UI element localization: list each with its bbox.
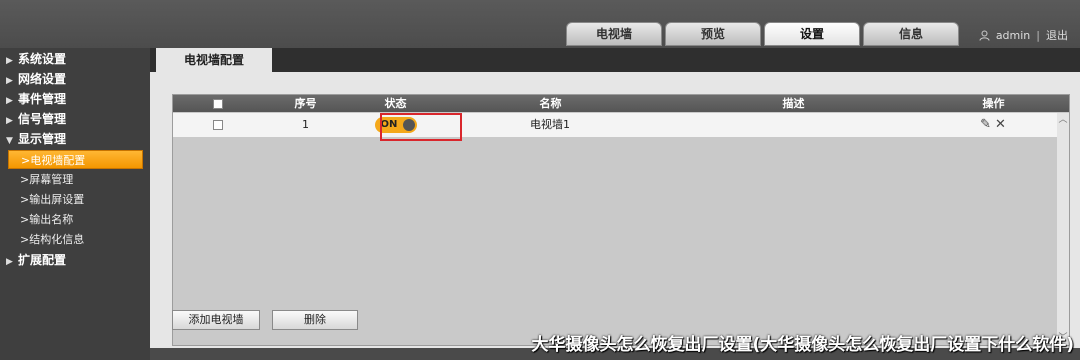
tab-settings[interactable]: 设置 — [764, 22, 860, 46]
chevron-right-icon: > — [20, 193, 30, 206]
sidebar-item-label: 系统设置 — [18, 52, 67, 66]
table-header: 序号 状态 名称 描述 操作 — [173, 95, 1069, 112]
select-all-cell — [209, 95, 227, 112]
tab-tv-wall-config[interactable]: 电视墙配置 — [156, 48, 272, 72]
chevron-right-icon: > — [20, 173, 30, 186]
row-actions: ✎ ✕ — [968, 113, 1018, 137]
sidebar-item-label: 显示管理 — [18, 132, 67, 146]
sidebar-subitem-structured-info[interactable]: >结构化信息 — [8, 230, 143, 249]
expand-arrow-icon: ▶ — [6, 76, 13, 86]
sidebar-item-label: 事件管理 — [18, 92, 67, 106]
user-area: admin | 退出 — [979, 27, 1068, 43]
watermark-caption: 大华摄像头怎么恢复出厂设置(大华摄像头怎么恢复出厂设置下什么软件) — [531, 335, 1074, 355]
sidebar-subitem-output-screen[interactable]: >输出屏设置 — [8, 190, 143, 209]
row-name: 电视墙1 — [530, 118, 570, 131]
sidebar-subitem-label: 屏幕管理 — [29, 173, 74, 186]
collapse-arrow-icon: ▼ — [6, 136, 13, 146]
row-description — [733, 113, 853, 137]
sidebar-item-event[interactable]: ▶ 事件管理 — [6, 89, 66, 109]
sidebar-item-label: 信号管理 — [18, 112, 67, 126]
sidebar-item-label: 网络设置 — [18, 72, 67, 86]
table-row[interactable]: 1 ON 电视墙1 ✎ ✕ — [173, 113, 1057, 141]
sidebar-item-network[interactable]: ▶ 网络设置 — [6, 69, 66, 89]
sidebar-subitem-output-name[interactable]: >输出名称 — [8, 210, 143, 229]
col-index: 序号 — [294, 97, 317, 110]
sidebar-subitem-tv-wall-config[interactable]: >电视墙配置 — [8, 150, 143, 169]
row-select-cell — [209, 113, 227, 137]
delete-button[interactable]: 删除 — [272, 310, 358, 330]
sidebar-subitem-label: 结构化信息 — [29, 233, 85, 246]
row-checkbox[interactable] — [213, 120, 223, 130]
expand-arrow-icon: ▶ — [6, 56, 13, 66]
add-tv-wall-button[interactable]: 添加电视墙 — [172, 310, 260, 330]
top-bar: 电视墙 预览 设置 信息 admin | 退出 — [0, 0, 1080, 48]
user-icon — [979, 30, 990, 41]
col-actions: 操作 — [982, 97, 1005, 110]
tab-preview[interactable]: 预览 — [665, 22, 761, 46]
chevron-right-icon: > — [21, 154, 31, 167]
table-scrollbar[interactable]: ︿ ﹀ — [1057, 113, 1069, 345]
col-status: 状态 — [384, 97, 407, 110]
username: admin — [995, 28, 1031, 42]
tab-info[interactable]: 信息 — [863, 22, 959, 46]
tv-wall-table: 序号 状态 名称 描述 操作 1 ON 电视墙1 ✎ ✕ ︿ ﹀ — [172, 94, 1070, 346]
separator: | — [1036, 28, 1040, 42]
expand-arrow-icon: ▶ — [6, 116, 13, 126]
sidebar-item-signal[interactable]: ▶ 信号管理 — [6, 109, 66, 129]
main-content: 电视墙配置 序号 状态 名称 描述 操作 1 ON 电视墙1 ✎ ✕ ︿ ﹀ 添… — [150, 48, 1080, 348]
delete-x-icon[interactable]: ✕ — [995, 113, 1006, 137]
expand-arrow-icon: ▶ — [6, 96, 13, 106]
sidebar-item-expand[interactable]: ▶ 扩展配置 — [6, 250, 66, 270]
tab-tv-wall[interactable]: 电视墙 — [566, 22, 662, 46]
select-all-checkbox[interactable] — [213, 99, 223, 109]
edit-pencil-icon[interactable]: ✎ — [980, 113, 991, 137]
logout-link[interactable]: 退出 — [1046, 27, 1068, 43]
expand-arrow-icon: ▶ — [6, 257, 13, 267]
col-description: 描述 — [782, 97, 805, 110]
sidebar: ▶ 系统设置 ▶ 网络设置 ▶ 事件管理 ▶ 信号管理 ▼ 显示管理 >电视墙配置 >屏幕… — [0, 48, 150, 360]
sidebar-subitem-label: 输出屏设置 — [29, 193, 85, 206]
sidebar-subitem-screen-manage[interactable]: >屏幕管理 — [8, 170, 143, 189]
scroll-up-icon[interactable]: ︿ — [1057, 113, 1069, 127]
sidebar-item-system[interactable]: ▶ 系统设置 — [6, 49, 66, 69]
content-tab-strip: 电视墙配置 — [150, 48, 1080, 72]
chevron-right-icon: > — [20, 233, 30, 246]
sidebar-item-display[interactable]: ▼ 显示管理 — [6, 129, 66, 149]
sidebar-subitem-label: 电视墙配置 — [30, 154, 86, 167]
sidebar-subitem-label: 输出名称 — [29, 213, 74, 226]
row-index: 1 — [302, 118, 309, 131]
sidebar-item-label: 扩展配置 — [18, 253, 67, 267]
chevron-right-icon: > — [20, 213, 30, 226]
col-name: 名称 — [539, 97, 562, 110]
highlight-annotation-box — [380, 113, 462, 141]
